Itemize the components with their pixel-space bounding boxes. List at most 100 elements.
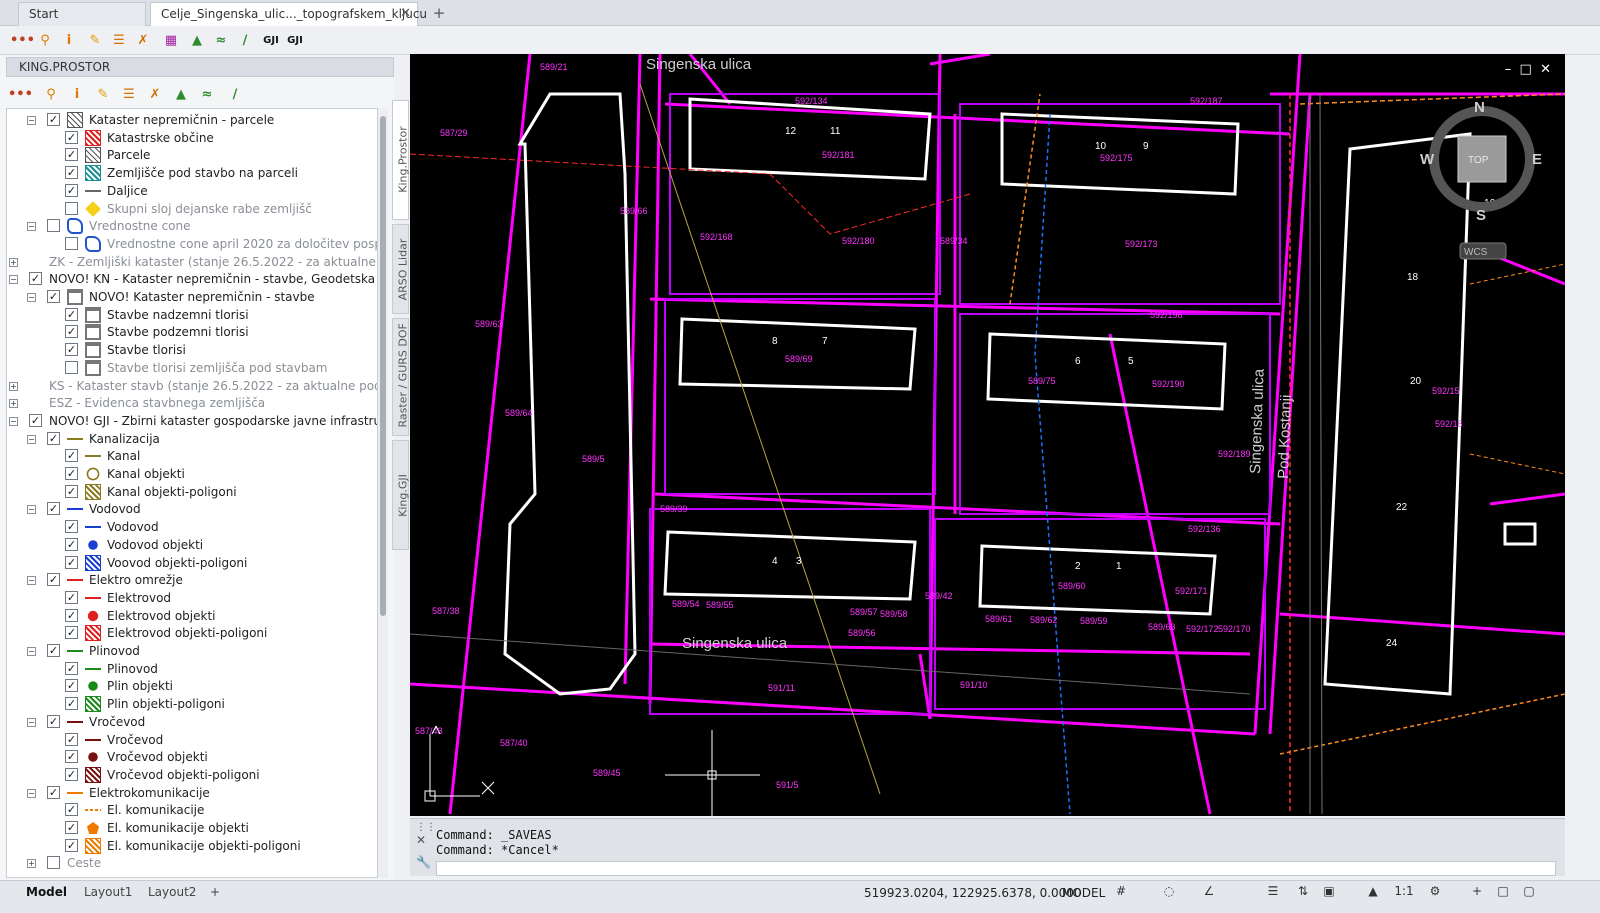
expand-icon[interactable]: + xyxy=(27,859,36,869)
transparency-icon[interactable]: ⇅ xyxy=(1294,884,1312,900)
layer-row[interactable]: − ✓ Elektrokomunikacije xyxy=(7,784,377,802)
scroll-thumb[interactable] xyxy=(380,116,386,616)
layer-row[interactable]: ✓ Daljice xyxy=(7,182,377,200)
measure-icon[interactable]: ☰ xyxy=(108,30,130,52)
collapse-icon[interactable]: − xyxy=(27,788,36,798)
layer-row[interactable]: − Vrednostne cone xyxy=(7,217,377,235)
side-tab-arso-lidar[interactable]: ARSO Lidar xyxy=(392,224,410,314)
compass-east[interactable]: E xyxy=(1532,151,1542,168)
panel-signal-icon[interactable]: ≈ xyxy=(196,84,218,106)
layer-row[interactable]: Stavbe tlorisi zemljišča pod stavbam xyxy=(7,359,377,377)
collapse-icon[interactable]: − xyxy=(9,275,18,285)
layer-row[interactable]: − ✓ Vodovod xyxy=(7,500,377,518)
signal-icon[interactable]: ≈ xyxy=(210,30,232,52)
layers-icon[interactable]: ▦ xyxy=(160,30,182,52)
layer-visibility-checkbox[interactable]: ✓ xyxy=(65,803,78,817)
collapse-icon[interactable]: − xyxy=(27,576,36,586)
cross-tool-icon[interactable]: ✗ xyxy=(132,30,154,52)
layer-visibility-checkbox[interactable]: ✓ xyxy=(65,484,78,498)
layer-visibility-checkbox[interactable]: ✓ xyxy=(65,449,78,463)
viewport-window-controls[interactable]: – □ ✕ xyxy=(1505,62,1551,77)
gji-search-icon[interactable]: GJI xyxy=(284,30,306,52)
fullscreen-icon[interactable]: ▢ xyxy=(1520,884,1538,900)
layer-row[interactable]: ✓ Zemljišče pod stavbo na parceli xyxy=(7,164,377,182)
side-tab-king-gji[interactable]: King.GJI xyxy=(392,440,410,550)
layer-row[interactable]: ✓ Kanal objekti xyxy=(7,465,377,483)
layer-visibility-checkbox[interactable]: ✓ xyxy=(65,130,78,144)
osnap-icon[interactable]: ∠ xyxy=(1200,884,1218,900)
expand-icon[interactable]: + xyxy=(9,399,18,409)
layer-visibility-checkbox[interactable]: ✓ xyxy=(65,343,78,357)
layer-visibility-checkbox[interactable]: ✓ xyxy=(65,821,78,834)
collapse-icon[interactable]: − xyxy=(27,293,36,302)
layer-visibility-checkbox[interactable] xyxy=(65,236,78,250)
layer-visibility-checkbox[interactable]: ✓ xyxy=(47,714,60,728)
cmd-grip-icon[interactable]: ⋮⋮ xyxy=(416,822,436,833)
layer-row[interactable]: − ✓ Elektro omrežje xyxy=(7,571,377,589)
layer-row[interactable]: ✓ Parcele xyxy=(7,146,377,164)
wcs-menu[interactable]: WCS xyxy=(1464,247,1488,258)
tab-start[interactable]: Start xyxy=(18,2,146,26)
layer-row[interactable]: ✓ El. komunikacije objekti-poligoni xyxy=(7,837,377,855)
layer-row[interactable]: + KS - Kataster stavb (stanje 26.5.2022 -… xyxy=(7,377,377,395)
layer-row[interactable]: − ✓ Plinovod xyxy=(7,642,377,660)
layer-visibility-checkbox[interactable]: ✓ xyxy=(65,555,78,569)
dots-menu-icon[interactable]: ••• xyxy=(10,30,35,52)
layer-visibility-checkbox[interactable]: ✓ xyxy=(65,661,78,675)
layer-visibility-checkbox[interactable]: ✓ xyxy=(29,413,42,427)
command-input[interactable] xyxy=(436,861,1556,876)
layer-row[interactable]: Skupni sloj dejanske rabe zemljišč xyxy=(7,200,377,218)
selection-cycle-icon[interactable]: ▣ xyxy=(1320,884,1338,900)
layer-visibility-checkbox[interactable]: ✓ xyxy=(65,679,78,693)
plus-icon[interactable]: + xyxy=(1468,884,1486,900)
close-tab-icon[interactable]: ✕ xyxy=(400,3,411,25)
cmd-customize-icon[interactable]: 🔧 xyxy=(416,855,431,869)
gji-icon[interactable]: GJI xyxy=(260,30,282,52)
layer-row[interactable]: ✓ Stavbe podzemni tlorisi xyxy=(7,323,377,341)
expand-icon[interactable]: + xyxy=(9,381,18,391)
panel-measure-icon[interactable]: ☰ xyxy=(118,84,140,106)
layer-visibility-checkbox[interactable]: ✓ xyxy=(47,573,60,587)
layer-row[interactable]: + Ceste xyxy=(7,854,377,872)
viewcube[interactable]: TOP N S W E WCS xyxy=(1420,99,1542,260)
command-line[interactable]: ⋮⋮ ✕ 🔧 Command: _SAVEAS Command: *Cancel… xyxy=(410,818,1565,876)
tab-drawing-file[interactable]: Celje_Singenska_ulic..._topografskem_klj… xyxy=(150,2,427,26)
annotation-scale[interactable]: 1:1 xyxy=(1392,884,1416,900)
layer-row[interactable]: ✓ El. komunikacije objekti xyxy=(7,819,377,837)
layer-row[interactable]: Vrednostne cone april 2020 za določitev … xyxy=(7,235,377,253)
panel-dots-icon[interactable]: ••• xyxy=(8,84,33,106)
layer-row[interactable]: − ✓ Vročevod xyxy=(7,713,377,731)
side-tab-raster[interactable]: Raster / GURS DOF xyxy=(392,318,410,436)
layer-row[interactable]: ✓ Plinovod xyxy=(7,660,377,678)
layer-visibility-checkbox[interactable]: ✓ xyxy=(65,467,78,480)
layer-visibility-checkbox[interactable]: ✓ xyxy=(65,626,78,640)
layer-visibility-checkbox[interactable]: ✓ xyxy=(65,767,78,781)
layer-row[interactable]: ✓ Voovod objekti-poligoni xyxy=(7,554,377,572)
layer-visibility-checkbox[interactable]: ✓ xyxy=(47,431,60,445)
layer-visibility-checkbox[interactable]: ✓ xyxy=(65,325,78,339)
expand-icon[interactable]: + xyxy=(9,257,18,267)
annotation-icon[interactable]: ▲ xyxy=(1364,884,1382,900)
polar-icon[interactable]: ◌ xyxy=(1160,884,1178,900)
compass-north[interactable]: N xyxy=(1474,99,1485,116)
compass-west[interactable]: W xyxy=(1420,151,1435,168)
layer-visibility-checkbox[interactable]: ✓ xyxy=(65,590,78,604)
layer-visibility-checkbox[interactable]: ✓ xyxy=(47,785,60,799)
layer-row[interactable]: ✓ Vročevod objekti xyxy=(7,748,377,766)
layer-row[interactable]: ✓ Plin objekti xyxy=(7,677,377,695)
map-canvas[interactable]: Singenska ulica Singenska ulica Singensk… xyxy=(410,54,1565,816)
collapse-icon[interactable]: − xyxy=(27,717,36,727)
layer-row[interactable]: − ✓ Kanalizacija xyxy=(7,430,377,448)
layer-row[interactable]: ✓ Kanal xyxy=(7,447,377,465)
panel-terrain-icon[interactable]: ▲ xyxy=(170,84,192,106)
viewcube-top[interactable]: TOP xyxy=(1468,155,1489,166)
layer-row[interactable]: ✓ Stavbe nadzemni tlorisi xyxy=(7,306,377,324)
layer-visibility-checkbox[interactable] xyxy=(47,856,60,870)
layer-visibility-checkbox[interactable]: ✓ xyxy=(65,148,78,162)
search-icon[interactable]: ⚲ xyxy=(34,30,56,52)
terrain-icon[interactable]: ▲ xyxy=(186,30,208,52)
layer-visibility-checkbox[interactable] xyxy=(65,201,78,215)
layer-row[interactable]: + ZK - Zemljiški kataster (stanje 26.5.20… xyxy=(7,253,377,271)
layer-row[interactable]: ✓ Vročevod objekti-poligoni xyxy=(7,766,377,784)
layer-visibility-checkbox[interactable]: ✓ xyxy=(65,520,78,534)
